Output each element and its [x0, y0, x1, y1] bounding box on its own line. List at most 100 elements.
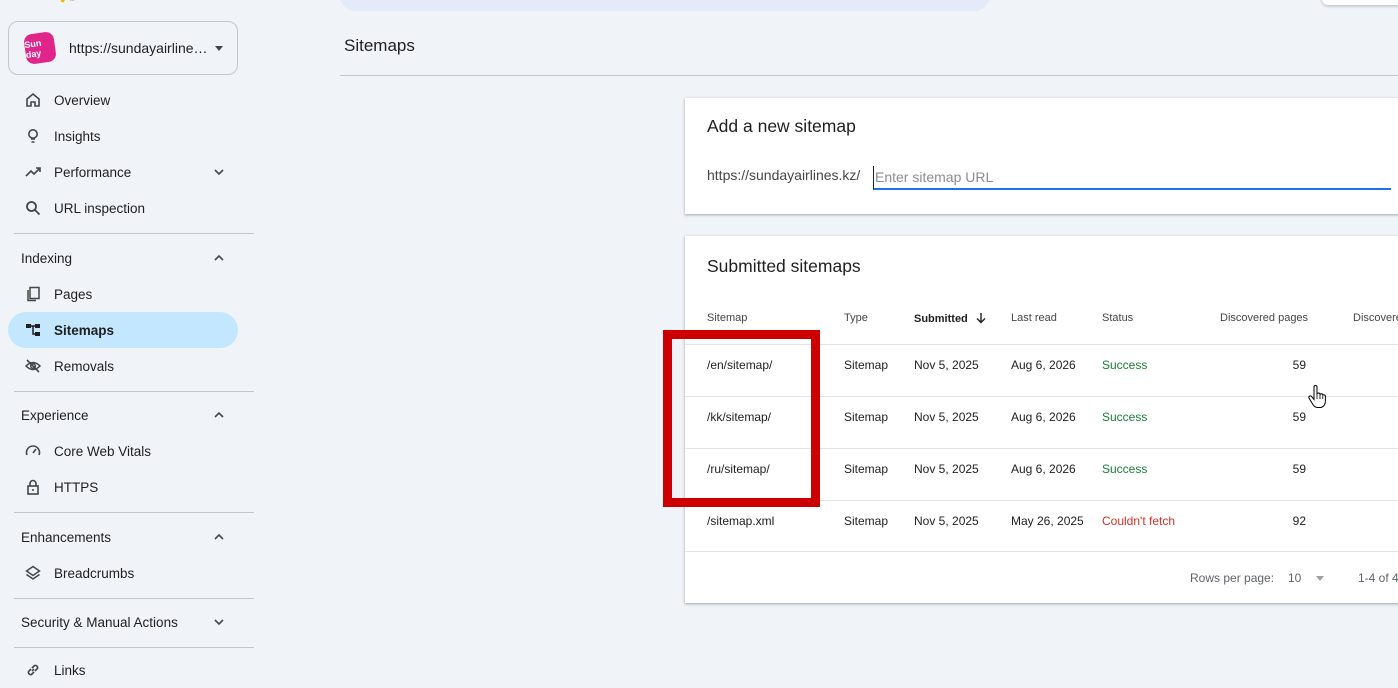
visibility-off-icon	[24, 357, 42, 375]
property-url: https://sundayairlines.kz/	[69, 40, 209, 56]
cell-last-read: Aug 6, 2026	[1011, 462, 1076, 476]
cell-last-read: Aug 6, 2026	[1011, 358, 1076, 372]
pages-icon	[24, 285, 42, 303]
cell-submitted: Nov 5, 2025	[914, 410, 979, 424]
card-title: Submitted sitemaps	[707, 256, 861, 276]
lock-icon	[24, 478, 42, 496]
sitemap-url-input[interactable]	[873, 166, 1391, 190]
section-label: Experience	[21, 407, 89, 423]
nav-item-label: Breadcrumbs	[54, 565, 135, 581]
caret-down-icon	[215, 45, 223, 51]
chevron-up-icon	[214, 533, 224, 540]
property-avatar: Sun day	[23, 31, 57, 65]
search-icon	[24, 199, 42, 217]
cell-submitted: Nov 5, 2025	[914, 358, 979, 372]
cell-submitted: Nov 5, 2025	[914, 462, 979, 476]
chevron-up-icon	[214, 411, 224, 418]
arrow-down-icon	[976, 313, 986, 324]
chevron-down-icon	[214, 169, 224, 176]
nav-item-links[interactable]: Links	[8, 652, 238, 688]
lightbulb-icon	[24, 127, 42, 145]
divider	[14, 233, 254, 234]
hand-cursor-icon	[1308, 385, 1326, 408]
section-security[interactable]: Security & Manual Actions	[8, 607, 238, 637]
nav-item-url-inspection[interactable]: URL inspection	[8, 190, 238, 226]
pagination-range: 1-4 of 4	[1358, 571, 1398, 585]
column-header-submitted[interactable]: Submitted	[914, 312, 987, 325]
nav-item-label: URL inspection	[54, 200, 146, 216]
nav-item-sitemaps[interactable]: Sitemaps	[8, 312, 238, 348]
nav-item-label: Removals	[54, 358, 115, 374]
cell-type: Sitemap	[844, 410, 889, 424]
nav-item-label: HTTPS	[54, 479, 99, 495]
section-label: Indexing	[21, 250, 73, 266]
cell-submitted: Nov 5, 2025	[914, 514, 979, 528]
section-enhancements[interactable]: Enhancements	[8, 522, 238, 552]
account-popup	[1322, 0, 1398, 5]
cell-discovered-pages: 59	[1292, 462, 1306, 476]
divider	[14, 512, 254, 513]
cell-sitemap[interactable]: /sitemap.xml	[707, 514, 774, 528]
column-header-discovered-videos[interactable]: Discovere	[1353, 312, 1398, 324]
column-header-label: Submitted	[914, 313, 968, 325]
caret-down-icon[interactable]	[1316, 576, 1324, 581]
nav-item-label: Overview	[54, 92, 111, 108]
divider	[14, 647, 254, 648]
rows-per-page-select[interactable]: 10	[1288, 571, 1301, 585]
section-label: Enhancements	[21, 529, 112, 545]
column-header-last-read[interactable]: Last read	[1011, 312, 1057, 324]
cell-discovered-pages: 59	[1292, 358, 1306, 372]
nav-item-performance[interactable]: Performance	[8, 154, 238, 190]
section-indexing[interactable]: Indexing	[8, 243, 238, 273]
page-title: Sitemaps	[344, 36, 415, 55]
cell-last-read: May 26, 2025	[1011, 514, 1084, 528]
cell-status: Success	[1102, 410, 1148, 424]
cell-status: Success	[1102, 462, 1148, 476]
nav-item-insights[interactable]: Insights	[8, 118, 238, 154]
nav-item-https[interactable]: HTTPS	[8, 469, 238, 505]
sidebar: Sun day https://sundayairlines.kz/ Overv…	[0, 0, 254, 678]
nav-item-label: Links	[54, 662, 86, 678]
cell-type: Sitemap	[844, 514, 889, 528]
card-title: Add a new sitemap	[707, 116, 856, 136]
search-console-logo-icon	[60, 0, 74, 3]
chevron-up-icon	[214, 254, 224, 261]
nav-item-core-web-vitals[interactable]: Core Web Vitals	[8, 433, 238, 469]
column-header-discovered-pages[interactable]: Discovered pages	[1220, 312, 1308, 324]
nav-item-label: Performance	[54, 164, 132, 180]
column-header-type[interactable]: Type	[844, 312, 868, 324]
nav-item-label: Insights	[54, 128, 101, 144]
trending-up-icon	[24, 163, 42, 181]
speed-gauge-icon	[24, 442, 42, 460]
home-icon	[24, 91, 42, 109]
cell-discovered-pages: 92	[1292, 514, 1306, 528]
cell-last-read: Aug 6, 2026	[1011, 410, 1076, 424]
divider	[14, 598, 254, 599]
nav-item-label: Sitemaps	[54, 322, 115, 338]
column-header-sitemap[interactable]: Sitemap	[707, 312, 747, 324]
nav-item-removals[interactable]: Removals	[8, 348, 238, 384]
divider	[340, 75, 1398, 76]
cell-type: Sitemap	[844, 462, 889, 476]
sitemap-url-prefix: https://sundayairlines.kz/	[707, 167, 861, 183]
cell-type: Sitemap	[844, 358, 889, 372]
divider	[14, 391, 254, 392]
column-header-status[interactable]: Status	[1102, 312, 1133, 324]
divider	[685, 551, 1398, 552]
nav-item-pages[interactable]: Pages	[8, 276, 238, 312]
nav-item-breadcrumbs[interactable]: Breadcrumbs	[8, 555, 238, 591]
property-selector[interactable]: Sun day https://sundayairlines.kz/	[8, 21, 238, 75]
cell-status: Success	[1102, 358, 1148, 372]
sitemap-icon	[24, 321, 42, 339]
section-label: Security & Manual Actions	[21, 614, 178, 630]
link-icon	[24, 661, 42, 679]
nav-item-overview[interactable]: Overview	[8, 82, 238, 118]
section-experience[interactable]: Experience	[8, 400, 238, 430]
search-bar[interactable]	[340, 0, 990, 11]
layers-icon	[24, 564, 42, 582]
nav-item-label: Core Web Vitals	[54, 443, 152, 459]
highlight-annotation	[663, 330, 820, 507]
cell-status: Couldn't fetch	[1102, 514, 1176, 528]
chevron-down-icon	[214, 619, 224, 626]
cell-discovered-pages: 59	[1292, 410, 1306, 424]
